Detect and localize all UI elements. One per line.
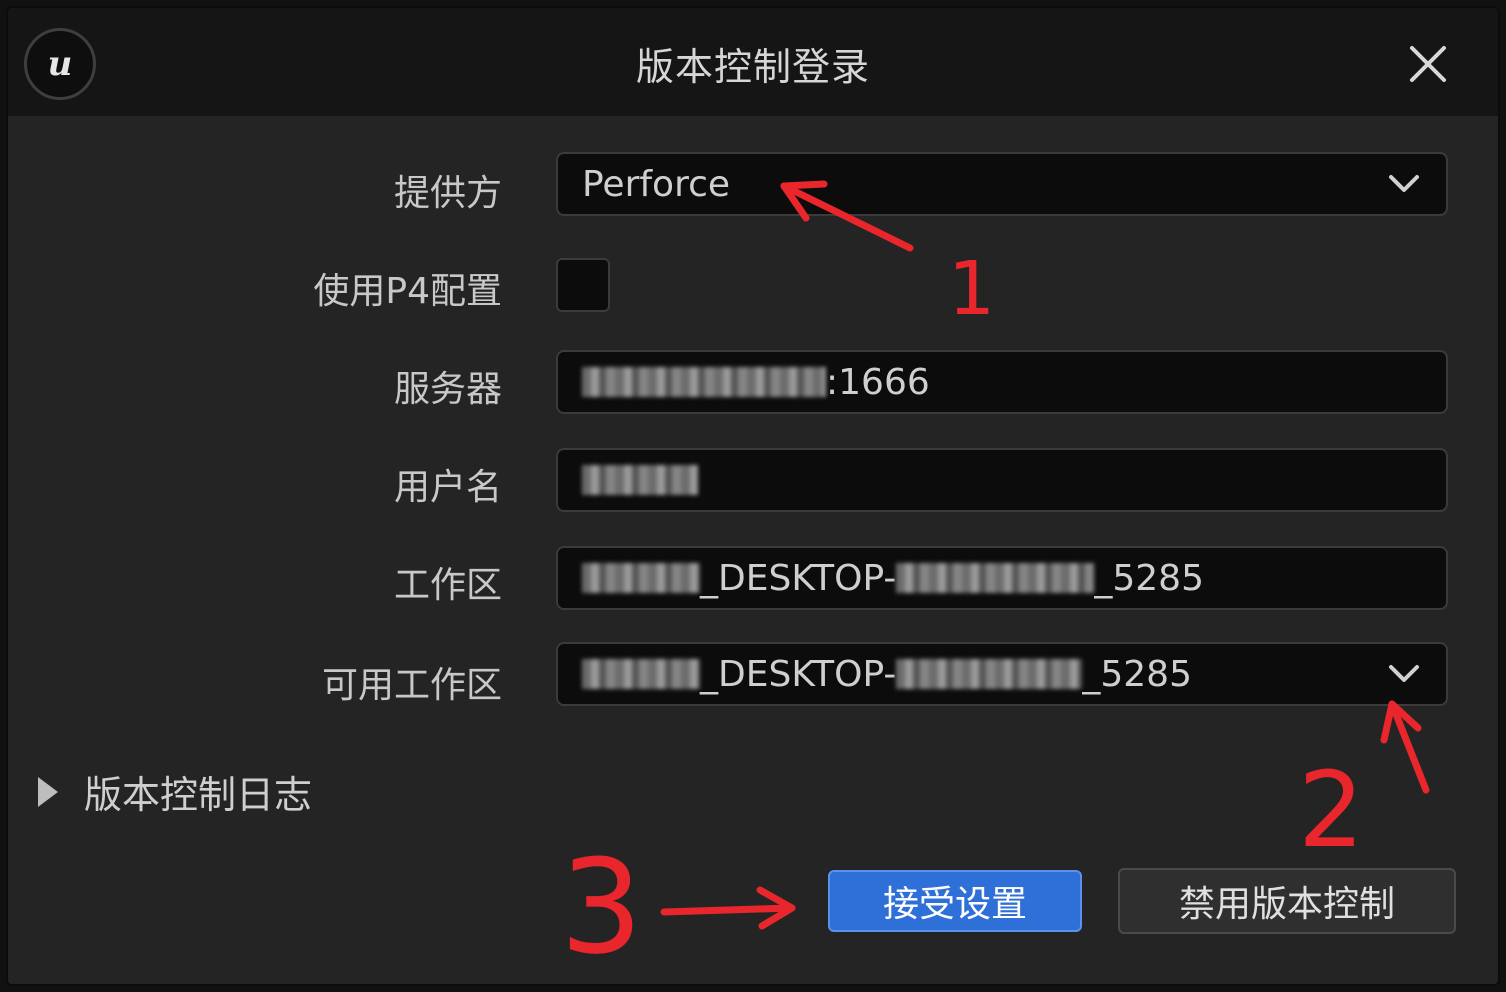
close-icon [1410, 46, 1446, 82]
source-control-log-expander[interactable]: 版本控制日志 [38, 764, 312, 819]
provider-label: 提供方 [393, 173, 502, 214]
redacted-text [582, 465, 698, 495]
server-port: :1666 [826, 361, 930, 403]
expand-triangle-icon [38, 776, 58, 807]
server-input[interactable]: :1666 [556, 350, 1448, 414]
provider-dropdown[interactable]: Perforce [556, 152, 1448, 216]
workspace-label: 工作区 [393, 565, 502, 606]
workspace-text-part1: _DESKTOP- [700, 557, 897, 599]
redacted-text [582, 367, 826, 397]
redacted-text [896, 563, 1095, 593]
chevron-down-icon [1384, 164, 1424, 204]
available-workspace-text-part2: _5285 [1082, 653, 1192, 695]
workspace-input[interactable]: _DESKTOP- _5285 [556, 546, 1448, 610]
accept-settings-button[interactable]: 接受设置 [828, 870, 1082, 932]
available-workspaces-dropdown[interactable]: _DESKTOP- _5285 [556, 642, 1448, 706]
server-label: 服务器 [393, 369, 502, 410]
available-workspaces-label: 可用工作区 [321, 665, 502, 706]
source-control-login-dialog: u 版本控制登录 提供方 Perforce 使用P4配置 服务器 :1666 用… [6, 6, 1500, 986]
close-button[interactable] [1404, 40, 1452, 88]
username-label: 用户名 [393, 467, 502, 508]
disable-source-control-button[interactable]: 禁用版本控制 [1118, 868, 1456, 934]
available-workspace-text-part1: _DESKTOP- [700, 653, 897, 695]
provider-value: Perforce [582, 163, 731, 205]
title-bar: u 版本控制登录 [8, 8, 1498, 116]
chevron-down-icon [1384, 654, 1424, 694]
source-control-log-label: 版本控制日志 [84, 773, 313, 817]
use-p4-config-label: 使用P4配置 [313, 271, 502, 312]
use-p4-config-checkbox[interactable] [556, 258, 610, 312]
redacted-text [582, 563, 700, 593]
workspace-text-part2: _5285 [1094, 557, 1204, 599]
redacted-text [896, 659, 1083, 689]
username-input[interactable] [556, 448, 1448, 512]
dialog-title: 版本控制登录 [635, 45, 870, 89]
redacted-text [582, 659, 700, 689]
